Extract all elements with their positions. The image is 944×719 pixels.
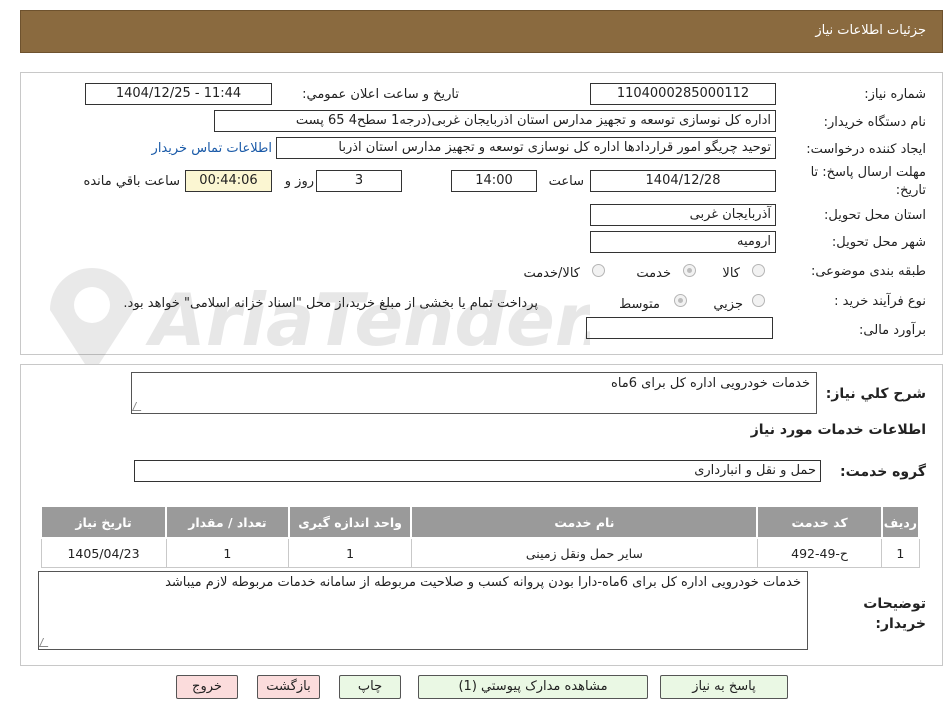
category-goods-radio[interactable] [752,264,765,277]
resize-handle-icon[interactable] [38,638,53,647]
buyer-notes-textarea[interactable]: خدمات خودرویی اداره کل برای 6ماه-دارا بو… [38,571,808,650]
buyer-org-label: نام دستگاه خریدار: [823,115,926,130]
buyer-org-field[interactable]: اداره کل نوسازی توسعه و تجهیز مدارس استا… [214,110,776,132]
col-header-row: ردیف [880,505,921,539]
process-minor-radio[interactable] [752,294,765,307]
announce-date-label: تاریخ و ساعت اعلان عمومي: [302,87,459,102]
col-header-code: کد خدمت [756,505,883,539]
page-header: جزئیات اطلاعات نیاز [20,10,943,53]
cell-row: 1 [881,537,920,568]
cell-name: سایر حمل ونقل زمینی [410,537,758,568]
need-number-field[interactable]: 1104000285000112 [590,83,776,105]
province-field[interactable]: آذربایجان غربی [590,204,776,226]
remaining-time-label: ساعت باقي مانده [83,174,180,189]
table-header-row: ردیف کد خدمت نام خدمت واحد اندازه گیری ت… [39,505,921,539]
city-label: شهر محل تحویل: [831,235,926,250]
category-service-radio[interactable] [683,264,696,277]
city-field[interactable]: ارومیه [590,231,776,253]
creator-label: ایجاد کننده درخواست: [806,142,926,157]
cell-unit: 1 [288,537,412,568]
table-row: 1 ح-49-492 سایر حمل ونقل زمینی 1 1 1405/… [40,537,920,568]
print-button[interactable]: چاپ [339,675,401,699]
services-section-title: اطلاعات خدمات مورد نیاز [750,422,926,438]
category-both-label: کالا/خدمت [523,266,580,281]
announce-date-field[interactable]: 1404/12/25 - 11:44 [85,83,272,105]
description-textarea[interactable]: خدمات خودرویی اداره کل برای 6ماه [131,372,817,414]
page-title: جزئیات اطلاعات نیاز [815,23,926,38]
attachments-button[interactable]: مشاهده مدارک پیوستي (1) [418,675,648,699]
remaining-time-field: 00:44:06 [185,170,272,192]
deadline-time-field[interactable]: 14:00 [451,170,537,192]
buyer-notes-text: خدمات خودرویی اداره کل برای 6ماه-دارا بو… [165,575,801,590]
process-label: نوع فرآیند خرید : [834,294,926,309]
province-label: استان محل تحویل: [824,208,926,223]
services-table: ردیف کد خدمت نام خدمت واحد اندازه گیری ت… [39,505,921,568]
col-header-unit: واحد اندازه گیری [287,505,413,539]
budget-field[interactable] [586,317,773,339]
category-service-label: خدمت [636,266,671,281]
budget-label: برآورد مالی: [859,323,926,338]
category-both-radio[interactable] [592,264,605,277]
description-label: شرح کلي نیاز: [825,386,926,402]
category-label: طبقه بندی موضوعی: [810,264,926,279]
resize-handle-icon[interactable] [131,402,146,411]
deadline-time-label: ساعت [548,174,584,189]
exit-button[interactable]: خروج [176,675,238,699]
process-medium-radio[interactable] [674,294,687,307]
service-group-label: گروه خدمت: [840,464,926,480]
deadline-label: مهلت ارسال پاسخ: تا تاریخ: [810,165,926,198]
days-field[interactable]: 3 [316,170,402,192]
buyer-notes-label: توضیحات خریدار: [863,596,926,632]
buyer-contact-link[interactable]: اطلاعات تماس خریدار [152,141,272,156]
cell-date: 1405/04/23 [40,537,167,568]
reply-button[interactable]: پاسخ به نیاز [660,675,788,699]
treasury-note: پرداخت تمام یا بخشی از مبلغ خرید،از محل … [123,296,538,311]
cell-qty: 1 [165,537,290,568]
need-number-label: شماره نیاز: [864,87,926,102]
cell-code: ح-49-492 [756,537,883,568]
col-header-name: نام خدمت [410,505,759,539]
col-header-qty: تعداد / مقدار [165,505,290,539]
days-label: روز و [284,174,314,189]
process-medium-label: متوسط [619,297,660,312]
description-text: خدمات خودرویی اداره کل برای 6ماه [611,376,810,391]
service-group-field[interactable]: حمل و نقل و انبارداری [134,460,821,482]
back-button[interactable]: بازگشت [257,675,320,699]
creator-field[interactable]: توحید چریگو امور قراردادها اداره کل نوسا… [276,137,776,159]
category-goods-label: کالا [722,266,740,281]
process-minor-label: جزیي [713,297,743,312]
col-header-date: تاریخ نیاز [39,505,168,539]
deadline-date-field[interactable]: 1404/12/28 [590,170,776,192]
